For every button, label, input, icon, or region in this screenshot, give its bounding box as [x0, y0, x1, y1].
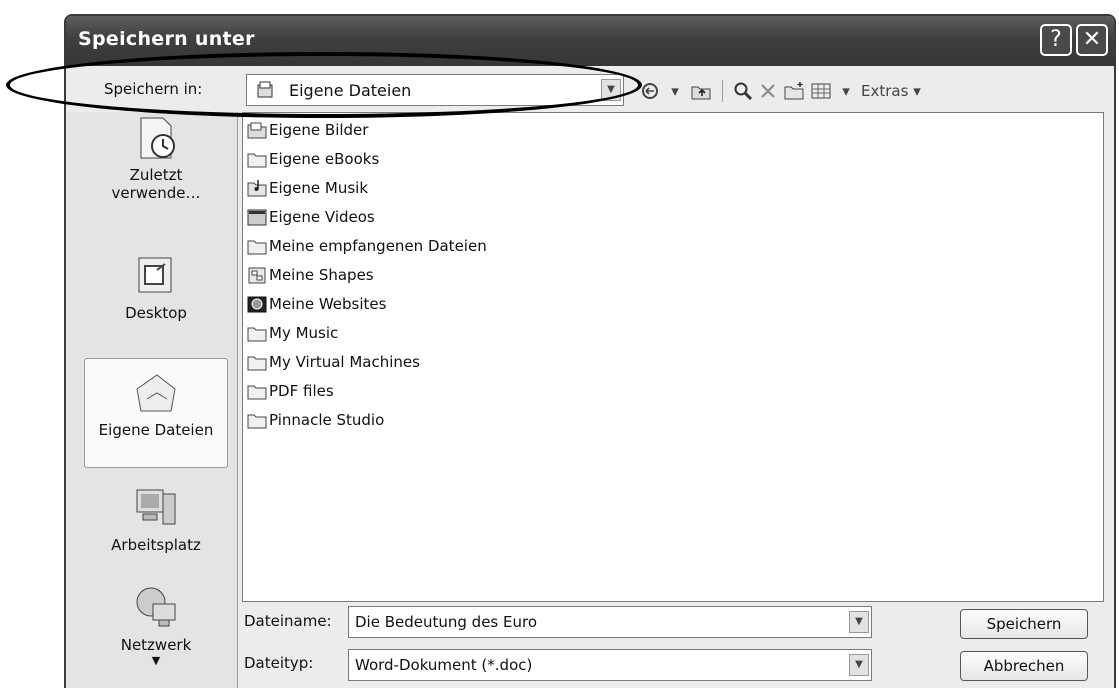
list-item[interactable]: Meine Websites — [247, 291, 386, 317]
list-item[interactable]: Meine Shapes — [247, 262, 374, 288]
websites-folder-icon — [247, 296, 267, 313]
list-item[interactable]: Pinnacle Studio — [247, 407, 384, 433]
file-name: Eigene Videos — [269, 208, 375, 226]
music-folder-icon — [247, 180, 267, 197]
chevron-down-icon[interactable]: ▼ — [849, 654, 869, 676]
back-dropdown-icon[interactable]: ▾ — [666, 78, 684, 104]
list-item[interactable]: Eigene Videos — [247, 204, 375, 230]
file-list[interactable]: Eigene Bilder Eigene eBooks Eigene Musik… — [242, 112, 1104, 602]
filename-label: Dateiname: — [244, 612, 332, 630]
window-title: Speichern unter — [78, 28, 255, 50]
list-item[interactable]: My Virtual Machines — [247, 349, 420, 375]
file-name: My Music — [269, 324, 339, 342]
chevron-down-icon[interactable]: ▼ — [849, 611, 869, 633]
folder-icon — [247, 240, 267, 255]
file-name: PDF files — [269, 382, 334, 400]
file-name: Meine empfangenen Dateien — [269, 237, 487, 255]
video-folder-icon — [247, 209, 267, 226]
place-label: Eigene Dateien — [98, 421, 214, 439]
folder-icon — [247, 414, 267, 429]
list-item[interactable]: PDF files — [247, 378, 334, 404]
place-label: Netzwerk — [120, 636, 192, 654]
folder-icon — [247, 385, 267, 400]
place-my-computer[interactable]: Arbeitsplatz — [84, 484, 228, 554]
pictures-folder-icon — [247, 122, 267, 139]
scroll-down-icon[interactable]: ▼ — [84, 654, 228, 668]
shapes-folder-icon — [248, 267, 266, 284]
filename-value: Die Bedeutung des Euro — [355, 613, 538, 631]
file-name: Meine Websites — [269, 295, 387, 313]
save-button[interactable]: Speichern — [960, 609, 1088, 639]
toolbar: ▾ ▾ Extras ▾ — [640, 76, 921, 106]
toolbar-separator — [722, 80, 723, 102]
extras-menu[interactable]: Extras ▾ — [861, 78, 921, 104]
place-label: Arbeitsplatz — [111, 536, 201, 554]
list-item[interactable]: Eigene Bilder — [247, 117, 368, 143]
filetype-value: Word-Dokument (*.doc) — [355, 656, 533, 674]
close-button[interactable]: ✕ — [1076, 24, 1108, 56]
desktop-icon — [138, 257, 172, 293]
new-folder-icon[interactable] — [783, 78, 805, 104]
places-bar: Zuletzt verwende… Desktop Eigene Dateien — [66, 112, 238, 688]
my-computer-icon — [136, 489, 176, 525]
cancel-button[interactable]: Abbrechen — [960, 651, 1088, 681]
my-documents-icon — [136, 374, 176, 412]
delete-icon[interactable] — [759, 78, 777, 104]
file-name: Eigene eBooks — [269, 150, 380, 168]
file-name: Eigene Bilder — [269, 121, 369, 139]
highlight-oval — [6, 52, 642, 118]
folder-icon — [247, 356, 267, 371]
filename-field[interactable]: Die Bedeutung des Euro ▼ — [348, 606, 872, 638]
filetype-select[interactable]: Word-Dokument (*.doc) ▼ — [348, 649, 872, 681]
place-label: Zuletzt verwende… — [111, 166, 201, 202]
list-item[interactable]: Eigene Musik — [247, 175, 368, 201]
list-item[interactable]: Eigene eBooks — [247, 146, 379, 172]
file-name: Pinnacle Studio — [269, 411, 385, 429]
search-web-icon[interactable] — [733, 78, 753, 104]
network-icon — [136, 587, 176, 627]
place-desktop[interactable]: Desktop — [84, 252, 228, 322]
up-folder-icon[interactable] — [690, 78, 712, 104]
folder-icon — [247, 327, 267, 342]
place-label: Desktop — [125, 304, 187, 322]
file-name: Eigene Musik — [269, 179, 369, 197]
folder-icon — [247, 153, 267, 168]
file-name: Meine Shapes — [269, 266, 374, 284]
filetype-label: Dateityp: — [244, 654, 314, 672]
list-item[interactable]: Meine empfangenen Dateien — [247, 233, 487, 259]
place-network[interactable]: Netzwerk ▼ — [84, 584, 228, 668]
place-my-documents[interactable]: Eigene Dateien — [84, 358, 228, 468]
views-dropdown-icon[interactable]: ▾ — [837, 78, 855, 104]
recent-icon — [140, 117, 175, 159]
back-icon[interactable] — [640, 78, 660, 104]
views-icon[interactable] — [811, 78, 831, 104]
file-name: My Virtual Machines — [269, 353, 420, 371]
extras-label: Extras — [861, 82, 909, 100]
list-item[interactable]: My Music — [247, 320, 338, 346]
help-button[interactable]: ? — [1040, 24, 1072, 56]
place-recent[interactable]: Zuletzt verwende… — [84, 114, 228, 202]
